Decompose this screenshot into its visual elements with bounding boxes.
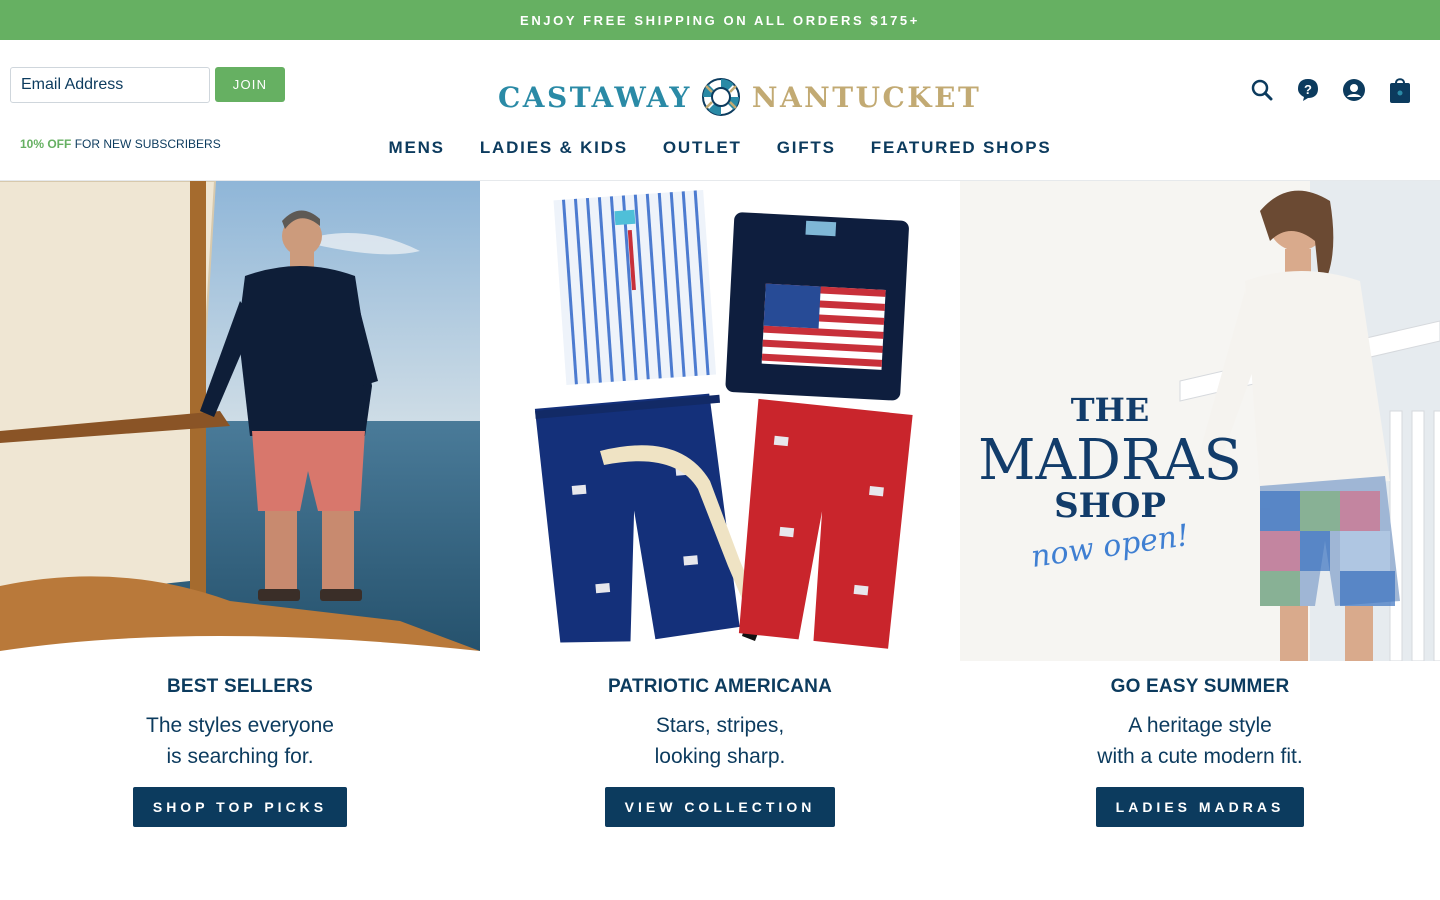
best-sellers-card: BEST SELLERS The styles everyone is searc… bbox=[0, 661, 480, 827]
go-easy-summer-line-2: with a cute modern fit. bbox=[1097, 745, 1303, 768]
collection-captions: BEST SELLERS The styles everyone is searc… bbox=[0, 661, 1440, 900]
nav-item-mens[interactable]: MENS bbox=[389, 138, 445, 158]
best-sellers-description: The styles everyone is searching for. bbox=[0, 710, 480, 772]
view-collection-button[interactable]: VIEW COLLECTION bbox=[604, 787, 836, 827]
cart-icon[interactable] bbox=[1388, 76, 1412, 104]
announcement-text: ENJOY FREE SHIPPING ON ALL ORDERS $175+ bbox=[520, 12, 920, 28]
announcement-bar: ENJOY FREE SHIPPING ON ALL ORDERS $175+ bbox=[0, 0, 1440, 40]
go-easy-summer-card: GO EASY SUMMER A heritage style with a cu… bbox=[960, 661, 1440, 827]
madras-shop-image[interactable]: THE MADRAS SHOP now open! bbox=[960, 181, 1440, 661]
madras-badge-madras: MADRAS bbox=[978, 428, 1242, 493]
email-field[interactable] bbox=[10, 67, 210, 103]
shop-top-picks-button[interactable]: SHOP TOP PICKS bbox=[132, 787, 348, 827]
main-navigation: MENS LADIES & KIDS OUTLET GIFTS FEATURED… bbox=[0, 138, 1440, 158]
madras-badge-the: THE bbox=[1071, 391, 1149, 429]
nav-item-featured-shops[interactable]: FEATURED SHOPS bbox=[871, 138, 1052, 158]
svg-text:?: ? bbox=[1304, 82, 1312, 97]
go-easy-summer-line-1: A heritage style bbox=[1128, 714, 1272, 737]
best-sellers-line-2: is searching for. bbox=[166, 745, 314, 768]
go-easy-summer-description: A heritage style with a cute modern fit. bbox=[960, 710, 1440, 772]
logo-word-nantucket: NANTUCKET bbox=[751, 80, 982, 114]
ladies-madras-button[interactable]: LADIES MADRAS bbox=[1095, 787, 1305, 827]
logo-word-castaway: CASTAWAY bbox=[498, 80, 692, 114]
patriotic-americana-card: PATRIOTIC AMERICANA Stars, stripes, looki… bbox=[480, 661, 960, 827]
join-button[interactable]: JOIN bbox=[215, 67, 285, 102]
madras-badge-shop: SHOP bbox=[1054, 486, 1166, 526]
search-icon[interactable] bbox=[1250, 76, 1274, 104]
nav-item-ladies-kids[interactable]: LADIES & KIDS bbox=[480, 138, 628, 158]
help-icon[interactable]: ? bbox=[1296, 76, 1320, 104]
go-easy-summer-title: GO EASY SUMMER bbox=[1110, 676, 1290, 697]
patriotic-americana-line-1: Stars, stripes, bbox=[655, 714, 785, 737]
patriotic-americana-image[interactable] bbox=[480, 181, 960, 661]
nav-item-outlet[interactable]: OUTLET bbox=[663, 138, 742, 158]
header-utilities: ? bbox=[1250, 76, 1412, 104]
best-sellers-line-1: The styles everyone bbox=[146, 714, 334, 737]
life-ring-icon bbox=[701, 78, 740, 116]
nav-item-gifts[interactable]: GIFTS bbox=[777, 138, 836, 158]
patriotic-americana-title: PATRIOTIC AMERICANA bbox=[607, 676, 833, 697]
best-sellers-title: BEST SELLERS bbox=[167, 676, 313, 697]
site-header: JOIN 10% OFF FOR NEW SUBSCRIBERS CASTAWA… bbox=[0, 40, 1440, 181]
site-logo[interactable]: CASTAWAY NANTUCKET bbox=[498, 76, 979, 118]
patriotic-americana-line-2: looking sharp. bbox=[654, 745, 786, 768]
newsletter-signup: JOIN 10% OFF FOR NEW SUBSCRIBERS bbox=[10, 67, 285, 151]
best-sellers-image[interactable] bbox=[0, 181, 480, 661]
account-icon[interactable] bbox=[1342, 76, 1366, 104]
patriotic-americana-description: Stars, stripes, looking sharp. bbox=[480, 710, 960, 772]
